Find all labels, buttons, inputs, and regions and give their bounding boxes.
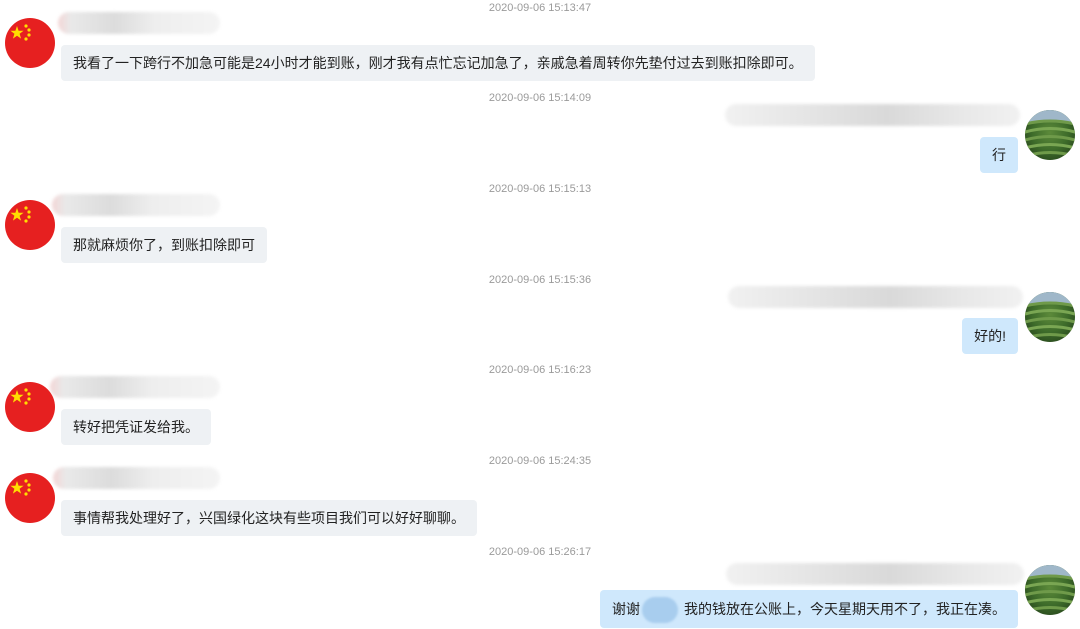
timestamp: 2020-09-06 15:26:17	[488, 546, 592, 558]
contact-avatar[interactable]	[5, 200, 55, 250]
contact-avatar[interactable]	[5, 18, 55, 68]
tea-plantation-avatar-icon	[1025, 110, 1075, 160]
contact-avatar[interactable]	[5, 382, 55, 432]
message-text: 我看了一下跨行不加急可能是24小时才能到账，刚才我有点忙忘记加急了，亲戚急着周转…	[73, 55, 803, 71]
message-text: 事情帮我处理好了，兴国绿化这块有些项目我们可以好好聊聊。	[73, 510, 465, 526]
timestamp: 2020-09-06 15:16:23	[488, 364, 592, 376]
china-flag-avatar-icon	[5, 18, 55, 68]
redacted-name-mask	[642, 597, 678, 624]
message-text: 好的!	[974, 328, 1006, 344]
sender-name-redacted	[726, 563, 1024, 585]
tea-plantation-avatar-icon	[1025, 292, 1075, 342]
message-bubble-incoming[interactable]: 那就麻烦你了，到账扣除即可	[61, 227, 267, 263]
sender-name-redacted	[50, 376, 220, 398]
timestamp: 2020-09-06 15:14:09	[488, 92, 592, 104]
message-text: 转好把凭证发给我。	[73, 419, 199, 435]
sender-name-redacted	[728, 286, 1023, 308]
tea-plantation-avatar-icon	[1025, 565, 1075, 615]
message-text-prefix: 谢谢	[612, 601, 640, 617]
timestamp: 2020-09-06 15:24:35	[488, 455, 592, 467]
self-avatar[interactable]	[1025, 292, 1075, 342]
china-flag-avatar-icon	[5, 473, 55, 523]
message-bubble-incoming[interactable]: 事情帮我处理好了，兴国绿化这块有些项目我们可以好好聊聊。	[61, 500, 477, 536]
self-avatar[interactable]	[1025, 565, 1075, 615]
self-avatar[interactable]	[1025, 110, 1075, 160]
message-text: 行	[992, 147, 1006, 163]
sender-name-redacted	[725, 104, 1020, 126]
sender-name-redacted	[53, 467, 220, 489]
china-flag-avatar-icon	[5, 200, 55, 250]
contact-avatar[interactable]	[5, 473, 55, 523]
message-bubble-outgoing[interactable]: 谢谢 我的钱放在公账上，今天星期天用不了，我正在凑。	[600, 590, 1018, 628]
timestamp: 2020-09-06 15:15:36	[488, 274, 592, 286]
china-flag-avatar-icon	[5, 382, 55, 432]
message-bubble-outgoing[interactable]: 行	[980, 137, 1018, 173]
message-text: 我的钱放在公账上，今天星期天用不了，我正在凑。	[684, 601, 1006, 617]
sender-name-redacted	[58, 12, 220, 34]
sender-name-redacted	[52, 194, 220, 216]
message-bubble-outgoing[interactable]: 好的!	[962, 318, 1018, 354]
message-bubble-incoming[interactable]: 我看了一下跨行不加急可能是24小时才能到账，刚才我有点忙忘记加急了，亲戚急着周转…	[61, 45, 815, 81]
message-bubble-incoming[interactable]: 转好把凭证发给我。	[61, 409, 211, 445]
message-text: 那就麻烦你了，到账扣除即可	[73, 237, 255, 253]
